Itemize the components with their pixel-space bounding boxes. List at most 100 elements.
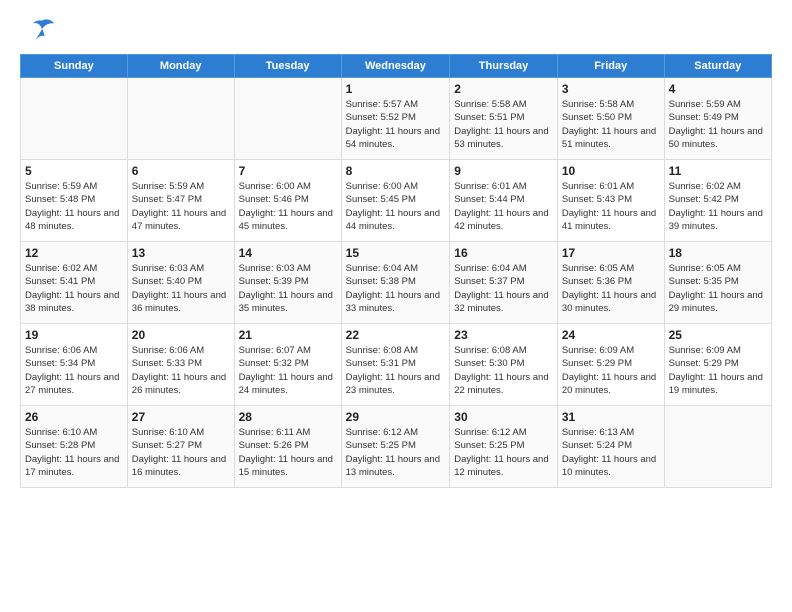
calendar-cell: 29 Sunrise: 6:12 AMSunset: 5:25 PMDayligh… [341,406,450,488]
calendar-cell: 8 Sunrise: 6:00 AMSunset: 5:45 PMDaylight… [341,160,450,242]
day-info: Sunrise: 5:59 AMSunset: 5:48 PMDaylight:… [25,180,123,233]
calendar-cell: 17 Sunrise: 6:05 AMSunset: 5:36 PMDayligh… [557,242,664,324]
calendar-week-row: 26Sunrise: 6:10 AMSunset: 5:28 PMDayligh… [21,406,772,488]
calendar-cell: 21 Sunrise: 6:07 AMSunset: 5:32 PMDayligh… [234,324,341,406]
calendar-cell: 19 Sunrise: 6:06 AMSunset: 5:34 PMDayligh… [21,324,128,406]
day-info: Sunrise: 6:02 AMSunset: 5:42 PMDaylight:… [669,180,767,233]
day-info: Sunrise: 6:11 AMSunset: 5:26 PMDaylight:… [239,426,337,479]
day-number: 22 [346,328,446,342]
calendar-cell: 2Sunrise: 5:58 AMSunset: 5:51 PMDaylight… [450,78,558,160]
calendar-cell: 28 Sunrise: 6:11 AMSunset: 5:26 PMDayligh… [234,406,341,488]
day-info: Sunrise: 6:06 AMSunset: 5:33 PMDaylight:… [132,344,230,397]
day-number: 8 [346,164,446,178]
day-info: Sunrise: 6:05 AMSunset: 5:36 PMDaylight:… [562,262,660,315]
calendar-cell: 22 Sunrise: 6:08 AMSunset: 5:31 PMDayligh… [341,324,450,406]
day-info: Sunrise: 6:12 AMSunset: 5:25 PMDaylight:… [346,426,446,479]
calendar-cell: 6 Sunrise: 5:59 AMSunset: 5:47 PMDaylight… [127,160,234,242]
calendar-cell [21,78,128,160]
day-number: 3 [562,82,660,96]
day-info: Sunrise: 6:00 AMSunset: 5:45 PMDaylight:… [346,180,446,233]
day-number: 12 [25,246,123,260]
day-info: Sunrise: 6:04 AMSunset: 5:38 PMDaylight:… [346,262,446,315]
day-info: Sunrise: 6:13 AMSunset: 5:24 PMDaylight:… [562,426,660,479]
calendar-cell [127,78,234,160]
day-info: Sunrise: 6:07 AMSunset: 5:32 PMDaylight:… [239,344,337,397]
calendar-week-row: 5 Sunrise: 5:59 AMSunset: 5:48 PMDaylight… [21,160,772,242]
day-number: 24 [562,328,660,342]
day-number: 25 [669,328,767,342]
day-number: 17 [562,246,660,260]
day-info: Sunrise: 6:09 AMSunset: 5:29 PMDaylight:… [669,344,767,397]
day-of-week-header: Tuesday [234,55,341,78]
day-info: Sunrise: 5:57 AMSunset: 5:52 PMDaylight:… [346,98,446,151]
day-number: 30 [454,410,553,424]
day-number: 4 [669,82,767,96]
day-info: Sunrise: 6:09 AMSunset: 5:29 PMDaylight:… [562,344,660,397]
day-of-week-header: Wednesday [341,55,450,78]
day-number: 20 [132,328,230,342]
calendar-week-row: 1Sunrise: 5:57 AMSunset: 5:52 PMDaylight… [21,78,772,160]
calendar-cell: 30 Sunrise: 6:12 AMSunset: 5:25 PMDayligh… [450,406,558,488]
day-number: 15 [346,246,446,260]
day-number: 18 [669,246,767,260]
calendar-header-row: SundayMondayTuesdayWednesdayThursdayFrid… [21,55,772,78]
calendar-cell: 25 Sunrise: 6:09 AMSunset: 5:29 PMDayligh… [664,324,771,406]
day-number: 28 [239,410,337,424]
calendar-cell: 4 Sunrise: 5:59 AMSunset: 5:49 PMDaylight… [664,78,771,160]
calendar-cell: 23 Sunrise: 6:08 AMSunset: 5:30 PMDayligh… [450,324,558,406]
day-info: Sunrise: 6:10 AMSunset: 5:27 PMDaylight:… [132,426,230,479]
logo-bird-icon [28,16,56,44]
day-info: Sunrise: 6:04 AMSunset: 5:37 PMDaylight:… [454,262,553,315]
day-info: Sunrise: 6:08 AMSunset: 5:30 PMDaylight:… [454,344,553,397]
day-number: 27 [132,410,230,424]
calendar-cell: 7Sunrise: 6:00 AMSunset: 5:46 PMDaylight… [234,160,341,242]
day-number: 21 [239,328,337,342]
day-of-week-header: Sunday [21,55,128,78]
calendar-cell: 20 Sunrise: 6:06 AMSunset: 5:33 PMDayligh… [127,324,234,406]
calendar-cell: 26Sunrise: 6:10 AMSunset: 5:28 PMDayligh… [21,406,128,488]
day-of-week-header: Thursday [450,55,558,78]
day-number: 11 [669,164,767,178]
day-number: 16 [454,246,553,260]
day-info: Sunrise: 5:59 AMSunset: 5:47 PMDaylight:… [132,180,230,233]
day-number: 23 [454,328,553,342]
day-number: 9 [454,164,553,178]
day-info: Sunrise: 6:12 AMSunset: 5:25 PMDaylight:… [454,426,553,479]
day-info: Sunrise: 6:03 AMSunset: 5:39 PMDaylight:… [239,262,337,315]
day-number: 2 [454,82,553,96]
page: SundayMondayTuesdayWednesdayThursdayFrid… [0,0,792,612]
day-number: 6 [132,164,230,178]
day-info: Sunrise: 6:01 AMSunset: 5:43 PMDaylight:… [562,180,660,233]
calendar-cell: 18 Sunrise: 6:05 AMSunset: 5:35 PMDayligh… [664,242,771,324]
calendar-cell: 5 Sunrise: 5:59 AMSunset: 5:48 PMDaylight… [21,160,128,242]
day-info: Sunrise: 6:10 AMSunset: 5:28 PMDaylight:… [25,426,123,479]
day-info: Sunrise: 6:03 AMSunset: 5:40 PMDaylight:… [132,262,230,315]
calendar-week-row: 12 Sunrise: 6:02 AMSunset: 5:41 PMDayligh… [21,242,772,324]
day-number: 13 [132,246,230,260]
calendar-cell: 14 Sunrise: 6:03 AMSunset: 5:39 PMDayligh… [234,242,341,324]
day-number: 10 [562,164,660,178]
day-info: Sunrise: 6:05 AMSunset: 5:35 PMDaylight:… [669,262,767,315]
header [20,16,772,44]
calendar-cell [664,406,771,488]
day-info: Sunrise: 6:06 AMSunset: 5:34 PMDaylight:… [25,344,123,397]
day-of-week-header: Saturday [664,55,771,78]
calendar-week-row: 19 Sunrise: 6:06 AMSunset: 5:34 PMDayligh… [21,324,772,406]
calendar-cell: 27 Sunrise: 6:10 AMSunset: 5:27 PMDayligh… [127,406,234,488]
day-number: 29 [346,410,446,424]
calendar-table: SundayMondayTuesdayWednesdayThursdayFrid… [20,54,772,488]
calendar-cell [234,78,341,160]
day-number: 19 [25,328,123,342]
day-of-week-header: Monday [127,55,234,78]
day-info: Sunrise: 6:00 AMSunset: 5:46 PMDaylight:… [239,180,337,233]
calendar-cell: 10 Sunrise: 6:01 AMSunset: 5:43 PMDayligh… [557,160,664,242]
day-info: Sunrise: 6:08 AMSunset: 5:31 PMDaylight:… [346,344,446,397]
calendar-cell: 12 Sunrise: 6:02 AMSunset: 5:41 PMDayligh… [21,242,128,324]
day-info: Sunrise: 5:59 AMSunset: 5:49 PMDaylight:… [669,98,767,151]
day-info: Sunrise: 5:58 AMSunset: 5:50 PMDaylight:… [562,98,660,151]
day-number: 5 [25,164,123,178]
day-number: 31 [562,410,660,424]
day-number: 14 [239,246,337,260]
logo [20,16,56,44]
day-info: Sunrise: 6:02 AMSunset: 5:41 PMDaylight:… [25,262,123,315]
